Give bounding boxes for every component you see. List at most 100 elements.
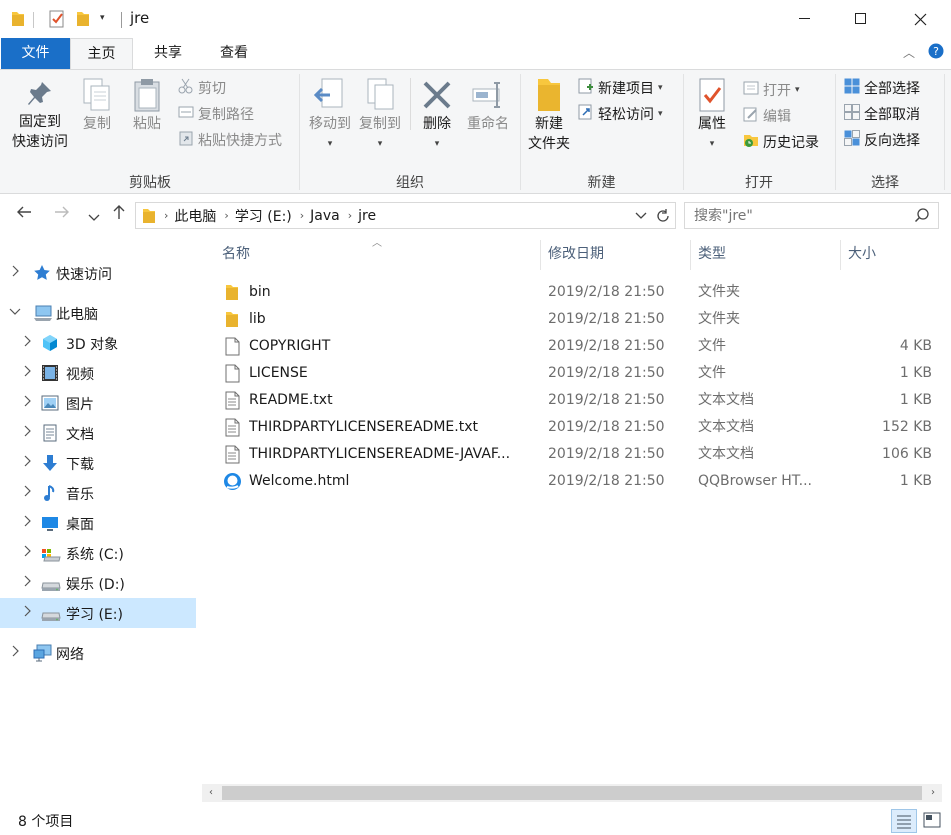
chevron-right-icon[interactable] <box>21 425 33 440</box>
recent-locations-button[interactable] <box>88 207 100 228</box>
rename-button[interactable]: 重命名 <box>462 76 514 134</box>
file-row[interactable]: bin 2019/2/18 21:50 文件夹 <box>220 279 940 306</box>
history-button[interactable]: 历史记录 <box>743 131 819 153</box>
new-folder-icon[interactable] <box>76 10 90 32</box>
nav-item-system-drive[interactable]: 系统 (C:) <box>0 538 196 568</box>
copy-to-button[interactable]: 复制到 ▾ <box>356 76 404 154</box>
nav-item-document[interactable]: 文档 <box>0 418 196 448</box>
chevron-right-icon[interactable] <box>9 265 21 280</box>
chevron-right-icon[interactable]: › <box>164 209 168 222</box>
chevron-right-icon[interactable]: › <box>348 209 352 222</box>
new-folder-button[interactable]: 新建 文件夹 <box>524 76 574 154</box>
chevron-right-icon[interactable] <box>21 485 33 500</box>
pin-to-quick-access-button[interactable]: 固定到 快速访问 <box>6 76 74 152</box>
nav-item-drive[interactable]: 学习 (E:) <box>0 598 196 628</box>
breadcrumb-this-pc[interactable]: 此电脑 <box>174 206 216 226</box>
maximize-button[interactable] <box>832 0 890 38</box>
copy-path-button[interactable]: 复制路径 <box>178 103 282 125</box>
edit-button[interactable]: 编辑 <box>743 105 819 127</box>
minimize-icon <box>799 18 810 19</box>
new-item-button[interactable]: 新建项目 ▾ <box>578 77 663 99</box>
address-box[interactable]: › 此电脑 › 学习 (E:) › Java › jre <box>135 202 676 229</box>
paste-shortcut-button[interactable]: 粘贴快捷方式 <box>178 129 282 151</box>
chevron-down-icon: ▾ <box>434 139 440 149</box>
nav-item-computer[interactable]: 此电脑 <box>0 298 196 328</box>
file-row[interactable]: lib 2019/2/18 21:50 文件夹 <box>220 306 940 333</box>
file-row[interactable]: THIRDPARTYLICENSEREADME.txt 2019/2/18 21:… <box>220 414 940 441</box>
customize-quick-access-icon[interactable]: ▾ <box>100 13 105 23</box>
tab-home[interactable]: 主页 <box>70 38 133 70</box>
easy-access-button[interactable]: 轻松访问 ▾ <box>578 103 663 125</box>
column-header-date[interactable]: 修改日期 <box>548 236 688 272</box>
chevron-right-icon[interactable] <box>21 605 33 620</box>
breadcrumb-java[interactable]: Java <box>310 208 340 224</box>
column-divider[interactable] <box>540 240 541 270</box>
delete-button[interactable]: 删除 ▾ <box>416 76 458 154</box>
scroll-right-button[interactable]: › <box>924 784 942 802</box>
horizontal-scrollbar[interactable]: ‹ › <box>202 784 942 802</box>
file-row[interactable]: COPYRIGHT 2019/2/18 21:50 文件 4 KB <box>220 333 940 360</box>
chevron-right-icon[interactable] <box>21 545 33 560</box>
minimize-button[interactable] <box>776 0 834 38</box>
chevron-right-icon[interactable] <box>21 575 33 590</box>
column-divider[interactable] <box>690 240 691 270</box>
nav-item-desktop[interactable]: 桌面 <box>0 508 196 538</box>
large-icons-view-button[interactable] <box>920 809 946 833</box>
copy-button[interactable]: 复制 <box>76 76 118 134</box>
properties-button[interactable]: 属性 ▾ <box>690 76 734 154</box>
nav-item-music[interactable]: 音乐 <box>0 478 196 508</box>
chevron-right-icon[interactable]: › <box>224 209 228 222</box>
invert-selection-button[interactable]: 反向选择 <box>844 129 920 151</box>
nav-item-picture[interactable]: 图片 <box>0 388 196 418</box>
file-row[interactable]: LICENSE 2019/2/18 21:50 文件 1 KB <box>220 360 940 387</box>
open-button[interactable]: 打开 ▾ <box>743 79 819 101</box>
file-row[interactable]: README.txt 2019/2/18 21:50 文本文档 1 KB <box>220 387 940 414</box>
chevron-right-icon[interactable] <box>21 395 33 410</box>
search-input[interactable] <box>686 204 906 227</box>
move-to-button[interactable]: 移动到 ▾ <box>305 76 355 154</box>
chevron-right-icon[interactable]: › <box>300 209 304 222</box>
nav-item-drive[interactable]: 娱乐 (D:) <box>0 568 196 598</box>
chevron-right-icon[interactable] <box>21 365 33 380</box>
column-header-name[interactable]: 名称 <box>222 236 538 272</box>
cut-button[interactable]: 剪切 <box>178 77 282 99</box>
close-button[interactable] <box>891 0 949 38</box>
tab-file[interactable]: 文件 <box>1 38 70 69</box>
forward-button[interactable] <box>53 203 71 226</box>
chevron-right-icon[interactable] <box>21 515 33 530</box>
details-view-button[interactable] <box>891 809 917 833</box>
tab-share[interactable]: 共享 <box>138 38 198 69</box>
address-dropdown-button[interactable] <box>635 209 647 225</box>
folder-icon[interactable] <box>11 10 25 32</box>
nav-item-network[interactable]: 网络 <box>0 638 196 668</box>
refresh-button[interactable] <box>654 207 672 229</box>
search-icon[interactable] <box>914 207 930 227</box>
scrollbar-thumb[interactable] <box>222 786 922 800</box>
nav-item-film[interactable]: 视频 <box>0 358 196 388</box>
back-button[interactable] <box>15 203 33 226</box>
chevron-down-icon[interactable] <box>9 305 21 320</box>
properties-icon[interactable] <box>48 10 66 32</box>
chevron-right-icon[interactable] <box>21 335 33 350</box>
file-row[interactable]: THIRDPARTYLICENSEREADME-JAVAF... 2019/2/1… <box>220 441 940 468</box>
tab-view[interactable]: 查看 <box>202 38 266 69</box>
file-row[interactable]: Welcome.html 2019/2/18 21:50 QQBrowser HT.… <box>220 468 940 495</box>
chevron-right-icon[interactable] <box>9 645 21 660</box>
nav-item-download[interactable]: 下载 <box>0 448 196 478</box>
select-all-button[interactable]: 全部选择 <box>844 77 920 99</box>
scroll-left-button[interactable]: ‹ <box>202 784 220 802</box>
breadcrumb-jre[interactable]: jre <box>358 208 376 224</box>
column-divider[interactable] <box>840 240 841 270</box>
group-label-new: 新建 <box>587 175 616 191</box>
select-none-button[interactable]: 全部取消 <box>844 103 920 125</box>
up-button[interactable] <box>110 203 128 226</box>
breadcrumb-drive-e[interactable]: 学习 (E:) <box>235 206 292 226</box>
column-header-size[interactable]: 大小 <box>848 236 938 272</box>
column-header-type[interactable]: 类型 <box>698 236 838 272</box>
collapse-ribbon-icon[interactable]: ︿ <box>903 44 915 61</box>
nav-item-star[interactable]: 快速访问 <box>0 258 196 288</box>
paste-button[interactable]: 粘贴 <box>124 76 170 134</box>
help-icon[interactable]: ? <box>928 43 944 63</box>
chevron-right-icon[interactable] <box>21 455 33 470</box>
nav-item-cube[interactable]: 3D 对象 <box>0 328 196 358</box>
